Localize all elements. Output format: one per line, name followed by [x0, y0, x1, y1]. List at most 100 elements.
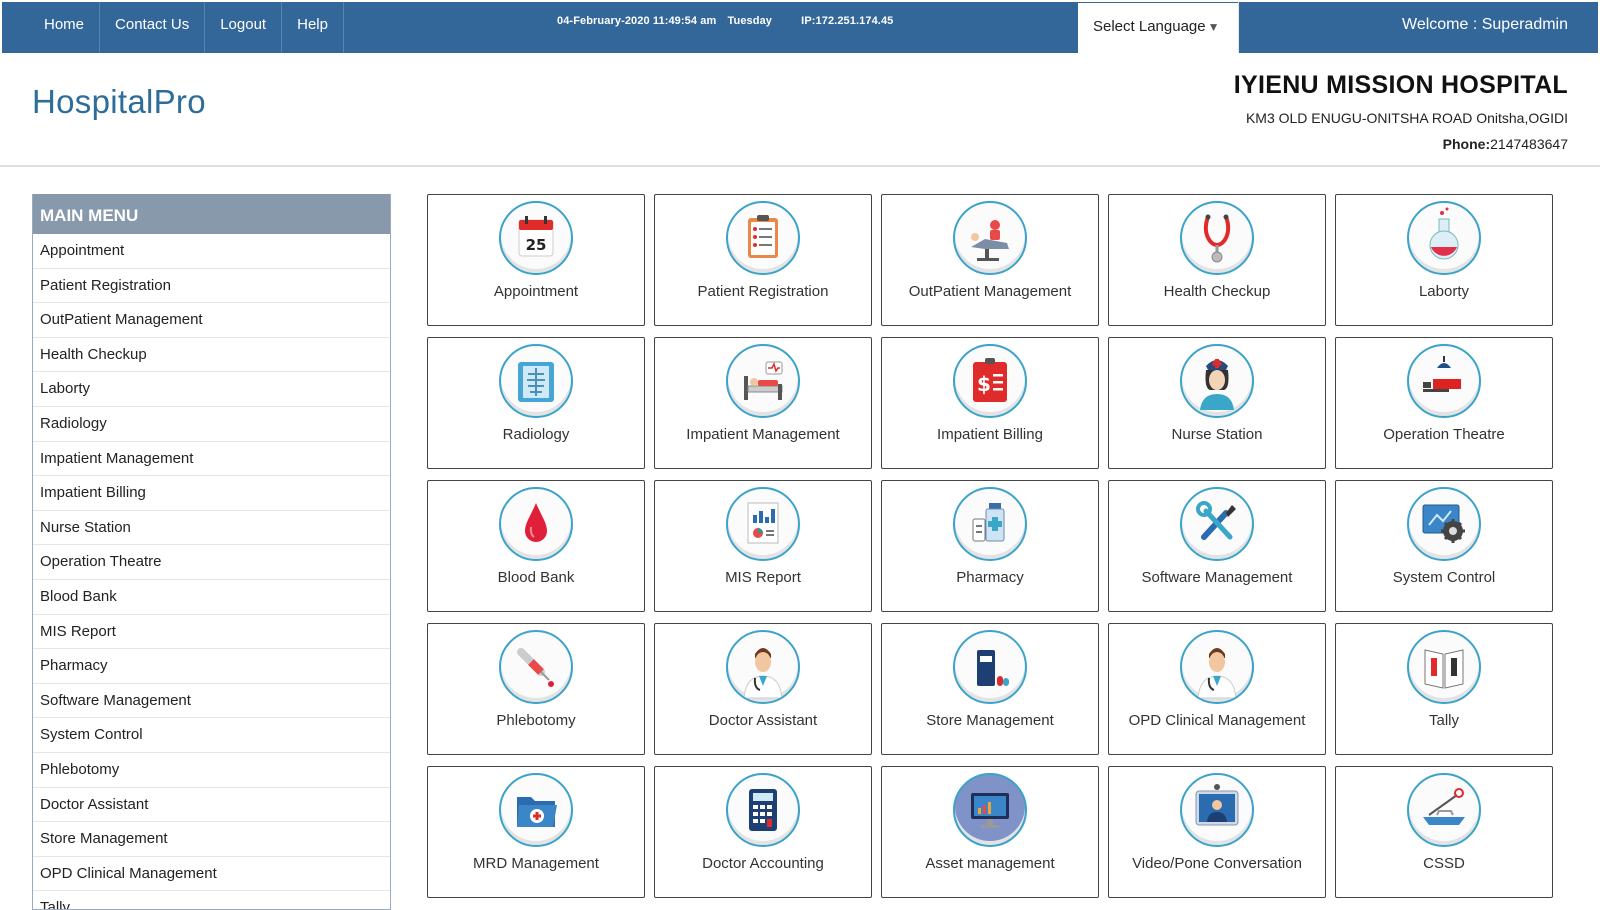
nav-logout-link[interactable]: Logout — [205, 2, 283, 53]
sidebar-item-system-control[interactable]: System Control — [33, 718, 390, 753]
sidebar-item-patient-registration[interactable]: Patient Registration — [33, 269, 390, 304]
sidebar-item-blood-bank[interactable]: Blood Bank — [33, 580, 390, 615]
sidebar-item-outpatient-management[interactable]: OutPatient Management — [33, 303, 390, 338]
medicine-bottle-icon — [953, 487, 1027, 561]
tile-label: Store Management — [926, 712, 1054, 729]
tile-asset-management[interactable]: Asset management — [881, 766, 1099, 898]
sidebar-item-impatient-management[interactable]: Impatient Management — [33, 442, 390, 477]
doctor-icon — [726, 630, 800, 704]
tile-pharmacy[interactable]: Pharmacy — [881, 480, 1099, 612]
sidebar-item-health-checkup[interactable]: Health Checkup — [33, 338, 390, 373]
bill-icon: $ — [953, 344, 1027, 418]
tile-appointment[interactable]: 25 Appointment — [427, 194, 645, 326]
module-tile-grid: 25 Appointment Patient Registration OutP… — [427, 194, 1555, 898]
sidebar-item-opd-clinical-management[interactable]: OPD Clinical Management — [33, 857, 390, 892]
tile-phlebotomy[interactable]: Phlebotomy — [427, 623, 645, 755]
tile-label: Patient Registration — [697, 283, 829, 300]
tile-label: MRD Management — [473, 855, 599, 872]
tile-label: Video/Pone Conversation — [1132, 855, 1302, 872]
tile-label: Phlebotomy — [496, 712, 576, 729]
tile-impatient-billing[interactable]: $ Impatient Billing — [881, 337, 1099, 469]
current-date: 04-February-2020 11:49:54 am — [557, 15, 717, 27]
monitor-icon — [953, 773, 1027, 847]
language-select-label: Select Language — [1093, 18, 1206, 35]
sidebar-item-pharmacy[interactable]: Pharmacy — [33, 649, 390, 684]
hospital-bed-icon — [726, 344, 800, 418]
hospital-name: IYIENU MISSION HOSPITAL — [1233, 71, 1568, 99]
tile-opd-clinical-management[interactable]: OPD Clinical Management — [1108, 623, 1326, 755]
tile-cssd[interactable]: CSSD — [1335, 766, 1553, 898]
tile-label: Doctor Assistant — [708, 712, 818, 729]
tile-system-control[interactable]: System Control — [1335, 480, 1553, 612]
tile-radiology[interactable]: Radiology — [427, 337, 645, 469]
tile-label: Asset management — [925, 855, 1055, 872]
main-menu-title: MAIN MENU — [33, 194, 390, 234]
svg-text:$: $ — [977, 372, 991, 396]
hospital-phone: Phone:2147483647 — [1234, 136, 1568, 152]
main-menu-sidebar: MAIN MENU Appointment Patient Registrati… — [32, 194, 391, 910]
tile-label: Blood Bank — [497, 569, 575, 586]
tile-label: Laborty — [1418, 283, 1470, 300]
xray-icon — [499, 344, 573, 418]
sidebar-item-phlebotomy[interactable]: Phlebotomy — [33, 753, 390, 788]
brand-logo[interactable]: HospitalPro — [32, 83, 206, 121]
tile-video-phone-conversation[interactable]: Video/Pone Conversation — [1108, 766, 1326, 898]
welcome-user: Welcome : Superadmin — [1402, 16, 1568, 33]
tile-store-management[interactable]: Store Management — [881, 623, 1099, 755]
sidebar-item-laborty[interactable]: Laborty — [33, 372, 390, 407]
dental-chair-icon — [953, 201, 1027, 275]
nav-help-link[interactable]: Help — [282, 2, 344, 53]
dropdown-caret-icon: ▼ — [1207, 20, 1220, 34]
sidebar-item-radiology[interactable]: Radiology — [33, 407, 390, 442]
tile-label: Impatient Management — [686, 426, 840, 443]
tile-blood-bank[interactable]: Blood Bank — [427, 480, 645, 612]
tile-tally[interactable]: Tally — [1335, 623, 1553, 755]
sidebar-item-software-management[interactable]: Software Management — [33, 684, 390, 719]
syringe-icon — [499, 630, 573, 704]
clipboard-icon — [726, 201, 800, 275]
nav-contact-us-link[interactable]: Contact Us — [100, 2, 206, 53]
sidebar-item-impatient-billing[interactable]: Impatient Billing — [33, 476, 390, 511]
nav-home-link[interactable]: Home — [2, 2, 101, 53]
tile-software-management[interactable]: Software Management — [1108, 480, 1326, 612]
hospital-info: IYIENU MISSION HOSPITAL KM3 OLD ENUGU-ON… — [1234, 71, 1568, 152]
sidebar-item-appointment[interactable]: Appointment — [33, 234, 390, 269]
calculator-icon — [726, 773, 800, 847]
sidebar-item-tally[interactable]: Tally — [33, 891, 390, 909]
sidebar-item-nurse-station[interactable]: Nurse Station — [33, 511, 390, 546]
language-select[interactable]: Select Language ▼ — [1078, 3, 1238, 53]
nurse-icon — [1180, 344, 1254, 418]
sidebar-item-store-management[interactable]: Store Management — [33, 822, 390, 857]
tile-mrd-management[interactable]: MRD Management — [427, 766, 645, 898]
tile-label: MIS Report — [725, 569, 801, 586]
tile-label: Pharmacy — [956, 569, 1024, 586]
tile-outpatient-management[interactable]: OutPatient Management — [881, 194, 1099, 326]
medical-folder-icon — [499, 773, 573, 847]
tile-label: Software Management — [1141, 569, 1293, 586]
current-day: Tuesday — [727, 15, 773, 27]
ip-address: IP:172.251.174.45 — [801, 15, 894, 27]
doctor-icon — [1180, 630, 1254, 704]
tile-impatient-management[interactable]: Impatient Management — [654, 337, 872, 469]
tile-label: Radiology — [502, 426, 570, 443]
sidebar-item-operation-theatre[interactable]: Operation Theatre — [33, 545, 390, 580]
tile-nurse-station[interactable]: Nurse Station — [1108, 337, 1326, 469]
operation-icon — [1407, 344, 1481, 418]
tile-label: Doctor Accounting — [702, 855, 824, 872]
report-icon — [726, 487, 800, 561]
tile-operation-theatre[interactable]: Operation Theatre — [1335, 337, 1553, 469]
tile-label: Impatient Billing — [937, 426, 1043, 443]
tile-label: CSSD — [1423, 855, 1465, 872]
top-nav-links: Home Contact Us Logout Help — [2, 2, 344, 53]
sidebar-item-mis-report[interactable]: MIS Report — [33, 615, 390, 650]
tile-label: Operation Theatre — [1383, 426, 1505, 443]
tile-patient-registration[interactable]: Patient Registration — [654, 194, 872, 326]
tile-doctor-accounting[interactable]: Doctor Accounting — [654, 766, 872, 898]
divider — [1238, 2, 1242, 53]
top-navigation-bar: Home Contact Us Logout Help 04-February-… — [2, 2, 1598, 53]
tile-doctor-assistant[interactable]: Doctor Assistant — [654, 623, 872, 755]
sidebar-item-doctor-assistant[interactable]: Doctor Assistant — [33, 788, 390, 823]
tile-laborty[interactable]: Laborty — [1335, 194, 1553, 326]
tile-mis-report[interactable]: MIS Report — [654, 480, 872, 612]
tile-health-checkup[interactable]: Health Checkup — [1108, 194, 1326, 326]
